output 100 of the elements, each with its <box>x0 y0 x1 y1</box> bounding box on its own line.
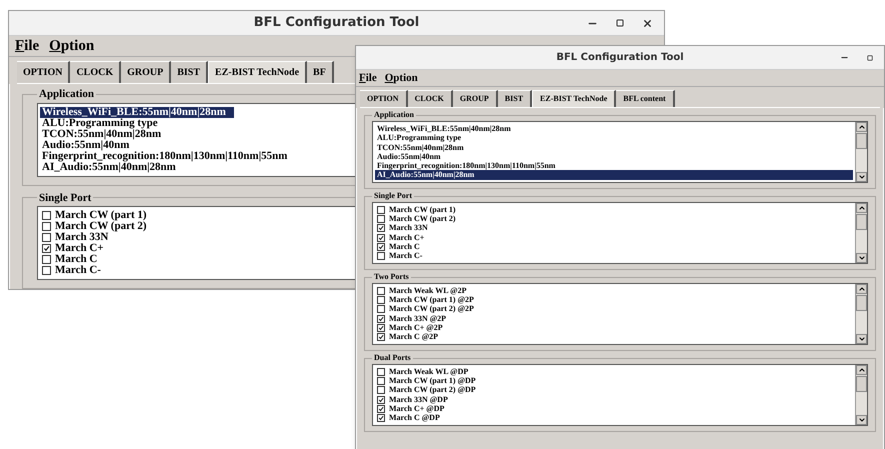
checkbox[interactable] <box>377 324 385 332</box>
tab[interactable]: BIST <box>498 90 532 107</box>
checkbox-label: March CW (part 2) @DP <box>389 386 476 394</box>
checkbox[interactable] <box>377 234 385 242</box>
scroll-down-button[interactable] <box>856 415 867 425</box>
checkbox[interactable] <box>377 414 385 422</box>
list-item[interactable]: Fingerprint_recognition:180nm|130nm|110nm|55nm <box>375 161 853 170</box>
checkbox-label: March C+ <box>55 243 104 254</box>
scrollbar-thumb[interactable] <box>856 295 867 311</box>
scrollbar[interactable] <box>855 203 867 263</box>
tab[interactable]: CLOCK <box>70 61 122 83</box>
tab[interactable]: GROUP <box>452 90 498 107</box>
group-title: Single Port <box>373 190 413 202</box>
checkbox-label: March 33N @2P <box>389 314 446 323</box>
checkbox[interactable] <box>377 206 385 214</box>
scroll-down-button[interactable] <box>856 334 867 344</box>
scrollbar[interactable] <box>855 284 867 344</box>
checkbox[interactable] <box>377 386 385 394</box>
menu-item[interactable]: File <box>359 70 377 86</box>
checkbox[interactable] <box>42 266 51 275</box>
list-item[interactable]: Audio:55nm|40nm <box>40 140 138 150</box>
scroll-up-button[interactable] <box>856 122 867 132</box>
checkbox-label: March C- <box>55 265 101 276</box>
checkbox-label: March 33N <box>389 224 428 232</box>
checkbox-label: March C <box>55 254 98 265</box>
maximize-icon <box>616 19 624 27</box>
scroll-up-button[interactable] <box>856 203 867 213</box>
tab[interactable]: EZ-BIST TechNode <box>532 90 616 107</box>
checkbox[interactable] <box>377 214 385 223</box>
group-title: Application <box>38 87 96 102</box>
scroll-up-button[interactable] <box>856 284 867 294</box>
checkbox-label: March C+ @2P <box>389 324 443 332</box>
maximize-icon <box>867 54 873 60</box>
group-title: Single Port <box>38 190 92 206</box>
checkbox[interactable] <box>377 396 385 404</box>
window-title: BFL Configuration Tool <box>556 51 684 65</box>
checkbox[interactable] <box>42 244 51 253</box>
checkbox-label: March CW (part 2) <box>55 221 147 232</box>
tab[interactable]: EZ-BIST TechNode <box>208 61 308 83</box>
tab[interactable]: GROUP <box>121 61 172 83</box>
menu-item[interactable]: File <box>15 34 40 58</box>
checkbox-label: March C <box>389 242 420 251</box>
checkbox-label: March CW (part 2) <box>389 214 456 223</box>
list-item[interactable]: Audio:55nm|40nm <box>375 152 853 162</box>
list-item[interactable]: Fingerprint_recognition:180nm|130nm|110nm|55nm <box>40 150 296 162</box>
checkmark-icon <box>43 245 50 252</box>
list-item[interactable]: Wireless_WiFi_BLE:55nm|40nm|28nm <box>40 106 234 118</box>
list-item[interactable]: TCON:55nm|40nm|28nm <box>40 128 170 140</box>
scroll-up-button[interactable] <box>856 365 867 375</box>
checkbox[interactable] <box>377 296 385 304</box>
list-item[interactable]: TCON:55nm|40nm|28nm <box>375 142 853 152</box>
checkbox-label: March 33N @DP <box>389 396 448 404</box>
tab[interactable]: OPTION <box>360 90 408 107</box>
tab[interactable]: BFL content <box>616 90 675 107</box>
scrollbar[interactable] <box>855 122 867 182</box>
checkbox[interactable] <box>377 333 385 342</box>
checkbox[interactable] <box>377 252 385 260</box>
list-item[interactable]: AI_Audio:55nm|40nm|28nm <box>40 162 184 172</box>
checkbox[interactable] <box>42 222 51 231</box>
checkbox-label: March CW (part 2) @2P <box>389 305 474 314</box>
checkbox[interactable] <box>377 376 385 385</box>
scroll-down-button[interactable] <box>856 253 867 263</box>
scrollbar-thumb[interactable] <box>856 376 867 392</box>
scrollbar-thumb[interactable] <box>856 133 867 149</box>
checkbox-label: March Weak WL @2P <box>389 286 466 295</box>
list-item[interactable]: AI_Audio:55nm|40nm|28nm <box>375 170 853 180</box>
tab[interactable]: BIST <box>171 61 208 83</box>
menu-item[interactable]: Option <box>49 34 94 58</box>
checkbox[interactable] <box>377 368 385 376</box>
tab[interactable]: OPTION <box>17 61 70 83</box>
scrollbar-thumb[interactable] <box>856 214 867 230</box>
checkbox[interactable] <box>377 224 385 232</box>
checkbox-label: March 33N <box>55 232 108 243</box>
checkbox[interactable] <box>42 255 51 264</box>
checkbox-label: March C @DP <box>389 414 440 422</box>
checkbox[interactable] <box>377 404 385 413</box>
checkbox[interactable] <box>42 211 51 220</box>
checkbox-label: March CW (part 1) <box>55 210 147 221</box>
tab[interactable]: BF <box>307 61 334 83</box>
group-title: Two Ports <box>373 271 410 283</box>
checkbox[interactable] <box>42 233 51 242</box>
checkbox[interactable] <box>377 286 385 295</box>
menu-item[interactable]: Option <box>384 70 418 86</box>
list-item[interactable]: ALU:Programming type <box>40 118 166 128</box>
checkbox[interactable] <box>377 242 385 251</box>
checkbox[interactable] <box>377 314 385 323</box>
checkbox-label: March Weak WL @DP <box>389 368 468 376</box>
tab[interactable]: CLOCK <box>408 90 453 107</box>
checkbox-label: March CW (part 1) @DP <box>389 376 476 385</box>
list-item[interactable]: Wireless_WiFi_BLE:55nm|40nm|28nm <box>375 124 853 134</box>
close-icon <box>642 18 653 28</box>
scrollbar[interactable] <box>855 365 867 425</box>
checkbox-label: March C+ @DP <box>389 404 444 413</box>
group-title: Application <box>373 109 416 121</box>
checkbox[interactable] <box>377 305 385 314</box>
checkbox-label: March C- <box>389 252 422 260</box>
scroll-down-button[interactable] <box>856 172 867 182</box>
window-title: BFL Configuration Tool <box>254 14 420 32</box>
checkbox-label: March CW (part 1) @2P <box>389 296 474 304</box>
list-item[interactable]: ALU:Programming type <box>375 133 853 143</box>
